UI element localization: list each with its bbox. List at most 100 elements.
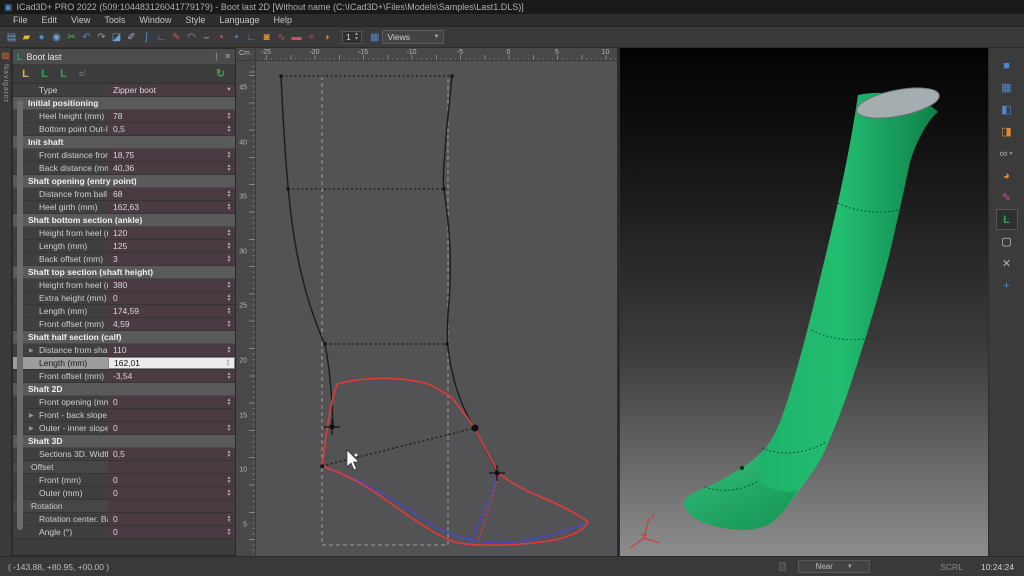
- redo-icon[interactable]: ↷: [95, 29, 109, 45]
- subsection-row[interactable]: − Offset: [13, 461, 235, 474]
- param-row[interactable]: Length (mm) 162,01 ▲ ▼: [13, 357, 235, 370]
- param-value[interactable]: 380 ▲ ▼: [108, 279, 235, 291]
- param-row[interactable]: Bottom point Out-In (0..1) 0,5 ▲▼: [13, 123, 235, 136]
- panel-header[interactable]: L Boot last ∣ ✕: [13, 49, 235, 64]
- collapse-icon[interactable]: −: [29, 464, 33, 470]
- section-header[interactable]: −Shaft bottom section (ankle): [13, 214, 235, 227]
- param-value[interactable]: 18,75 ▲ ▼: [108, 149, 235, 161]
- control-point[interactable]: [329, 424, 335, 430]
- param-row[interactable]: Front offset (mm) 4,59 ▲ ▼: [13, 318, 235, 331]
- param-value[interactable]: 174,59 ▲ ▼: [108, 305, 235, 317]
- grid-scrollbar[interactable]: [17, 100, 23, 530]
- sphere-material-icon[interactable]: ◕: [996, 165, 1018, 186]
- last-bottom-blue-curve[interactable]: [329, 469, 586, 544]
- param-combo[interactable]: Zipper boot ▼: [108, 84, 235, 96]
- title-bar[interactable]: ▣ ICad3D+ PRO 2022 (509:1044831260417791…: [0, 0, 1024, 14]
- spinner-arrows-icon[interactable]: ▲ ▼: [225, 162, 233, 174]
- menu-edit[interactable]: Edit: [35, 15, 65, 25]
- spinner-arrows-icon[interactable]: ▲ ▼: [225, 292, 233, 304]
- section-header[interactable]: −Shaft 2D: [13, 383, 235, 396]
- control-point[interactable]: [494, 470, 500, 476]
- param-row[interactable]: Heel height (mm) 78 ▲ ▼: [13, 110, 235, 123]
- point-marker[interactable]: [320, 464, 325, 469]
- expand-icon[interactable]: ▶: [29, 425, 34, 432]
- curve-smooth-icon[interactable]: ⌣: [200, 29, 214, 45]
- spinner-arrows-icon[interactable]: ▲ ▼: [225, 123, 233, 135]
- param-value[interactable]: 0 ▲ ▼: [108, 396, 235, 408]
- brush-icon[interactable]: ✎: [996, 187, 1018, 208]
- param-value[interactable]: 125 ▲ ▼: [108, 240, 235, 252]
- construction-diagonal[interactable]: [321, 427, 476, 467]
- subsection-row[interactable]: − Rotation: [13, 500, 235, 513]
- spinner-arrows-icon[interactable]: ▲ ▼: [225, 396, 233, 408]
- param-value[interactable]: 120 ▲ ▼: [108, 227, 235, 239]
- new-file-icon[interactable]: ▤: [5, 29, 19, 45]
- menu-style[interactable]: Style: [178, 15, 212, 25]
- last-red-outline[interactable]: [321, 377, 589, 546]
- corner-curve-icon[interactable]: ∟: [155, 29, 169, 45]
- param-value[interactable]: [108, 461, 235, 473]
- menu-tools[interactable]: Tools: [97, 15, 132, 25]
- param-row[interactable]: Height from heel (mm) 120 ▲▼: [13, 227, 235, 240]
- boot-type-green-2-icon[interactable]: L: [55, 66, 72, 81]
- section-header[interactable]: −Initial positioning: [13, 97, 235, 110]
- param-row[interactable]: Front offset (mm) -3,54 ▲ ▼: [13, 370, 235, 383]
- param-row[interactable]: Heel girth (mm) 162,63 ▲ ▼: [13, 201, 235, 214]
- views-combo[interactable]: ▦ Views ▼: [370, 30, 445, 44]
- snip-path-icon[interactable]: ✕: [996, 253, 1018, 274]
- menu-file[interactable]: File: [6, 15, 35, 25]
- close-icon[interactable]: ✕: [224, 52, 231, 61]
- param-value[interactable]: 78 ▲ ▼: [108, 110, 235, 122]
- point-marker[interactable]: [323, 342, 327, 346]
- spinner-arrows-icon[interactable]: ▲ ▼: [225, 149, 233, 161]
- param-value[interactable]: 0,5 ▲ ▼: [108, 448, 235, 460]
- point-marker[interactable]: [279, 74, 283, 78]
- param-row[interactable]: Rotation center. Back/front 0 ▲▼: [13, 513, 235, 526]
- knife-icon[interactable]: ✐: [125, 29, 139, 45]
- toe-blue-line[interactable]: [467, 472, 498, 544]
- pin-icon[interactable]: ∣: [214, 52, 218, 61]
- param-value[interactable]: 0 ▲ ▼: [108, 292, 235, 304]
- param-row[interactable]: Front distance from ball (mm) 18,75 ▲▼: [13, 149, 235, 162]
- param-value[interactable]: 68 ▲ ▼: [108, 188, 235, 200]
- point-blue-icon[interactable]: •: [230, 29, 244, 45]
- param-row[interactable]: ▶Distance from shaft height (mm) 110 ▲▼: [13, 344, 235, 357]
- render-mode-combo[interactable]: Near ▼: [798, 560, 871, 573]
- view-2d[interactable]: Cm. -25 -20 -15 -10 -5 0 5 10 45 40 35 30 25 20 15 10 5: [236, 48, 617, 556]
- spinner-arrows-icon[interactable]: ▲ ▼: [225, 227, 233, 239]
- spinner-arrows-icon[interactable]: ▲ ▼: [225, 448, 233, 460]
- expand-icon[interactable]: ▶: [29, 347, 34, 354]
- toe-red-dashed-line[interactable]: [477, 474, 500, 543]
- param-row[interactable]: Height from heel (mm) 380 ▲▼: [13, 279, 235, 292]
- param-row[interactable]: Outer (mm) 0 ▲ ▼: [13, 487, 235, 500]
- shaft-back-curve[interactable]: [280, 75, 334, 427]
- stepper-arrows-icon[interactable]: ▲ ▼: [354, 32, 361, 42]
- boot-3d-point[interactable]: [740, 466, 744, 470]
- param-row[interactable]: Length (mm) 174,59 ▲ ▼: [13, 305, 235, 318]
- sphere-view-icon[interactable]: ●: [35, 29, 49, 45]
- param-value[interactable]: [108, 500, 235, 512]
- menu-view[interactable]: View: [64, 15, 97, 25]
- boot-3d-body[interactable]: [683, 92, 938, 530]
- spinner-arrows-icon[interactable]: ▲ ▼: [225, 318, 233, 330]
- open-folder-icon[interactable]: ▰: [20, 29, 34, 45]
- navigator-strip[interactable]: ▨ Navigator: [0, 48, 12, 556]
- view-glasses-icon[interactable]: ∞ ▼: [996, 143, 1018, 164]
- param-value[interactable]: 3 ▲ ▼: [108, 253, 235, 265]
- section-header[interactable]: −Init shaft: [13, 136, 235, 149]
- param-value[interactable]: 0 ▲ ▼: [108, 422, 235, 434]
- section-header[interactable]: −Shaft top section (shaft height): [13, 266, 235, 279]
- canvas-2d[interactable]: [256, 61, 617, 556]
- spinner-arrows-icon[interactable]: ▲ ▼: [225, 370, 233, 382]
- param-row[interactable]: ▶Front - back slopeϟ: [13, 409, 235, 422]
- param-value[interactable]: 4,59 ▲ ▼: [108, 318, 235, 330]
- boot-type-gold-icon[interactable]: L: [17, 66, 34, 81]
- param-row[interactable]: Front (mm) 0 ▲ ▼: [13, 474, 235, 487]
- window-split-right-icon[interactable]: ◨: [996, 121, 1018, 142]
- param-value[interactable]: [108, 409, 235, 421]
- spinner-arrows-icon[interactable]: ▲ ▼: [225, 253, 233, 265]
- shaft-front-curve[interactable]: [442, 75, 498, 473]
- spinner-arrows-icon[interactable]: ▲ ▼: [225, 487, 233, 499]
- window-grid-icon[interactable]: ▦: [996, 77, 1018, 98]
- spinner-arrows-icon[interactable]: ▲ ▼: [225, 305, 233, 317]
